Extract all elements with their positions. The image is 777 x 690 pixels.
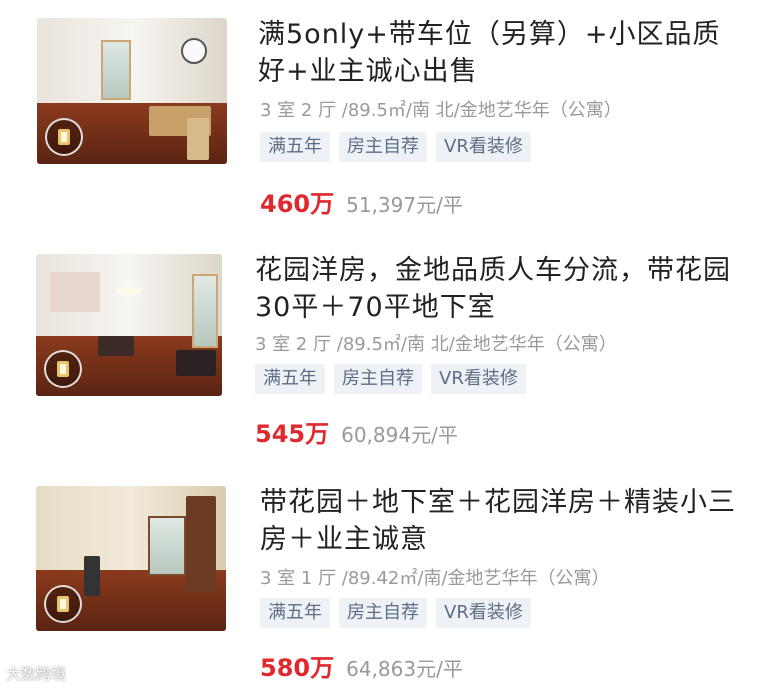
listing-title[interactable]: 花园洋房，金地品质人车分流，带花园30平＋70平地下室 <box>255 252 735 326</box>
total-price: 545万 <box>255 420 330 448</box>
unit-price: 60,894元/平 <box>341 423 458 447</box>
price-row: 545万 60,894元/平 <box>255 414 458 449</box>
watermark: 大数跨境 <box>6 665 67 683</box>
tag-vr-decoration: VR看装修 <box>431 364 526 394</box>
listing-tags: 满五年 房主自荐 VR看装修 <box>260 132 531 162</box>
unit-price: 64,863元/平 <box>346 657 463 681</box>
tag-full-five-years: 满五年 <box>255 364 325 394</box>
vr-360-icon <box>45 118 83 156</box>
total-price: 580万 <box>260 654 335 682</box>
tag-full-five-years: 满五年 <box>260 598 330 628</box>
listing-meta: 3 室 1 厅 /89.42㎡/南/金地艺华年（公寓） <box>260 568 610 589</box>
listing-photo[interactable] <box>37 18 227 164</box>
tag-owner-recommended: 房主自荐 <box>339 132 427 162</box>
vr-360-icon <box>44 585 82 623</box>
tag-vr-decoration: VR看装修 <box>436 598 531 628</box>
listing-meta: 3 室 2 厅 /89.5㎡/南 北/金地艺华年（公寓） <box>260 100 622 121</box>
listing-photo[interactable] <box>36 486 226 631</box>
tag-owner-recommended: 房主自荐 <box>339 598 427 628</box>
listing-tags: 满五年 房主自荐 VR看装修 <box>255 364 526 394</box>
price-row: 580万 64,863元/平 <box>260 648 463 683</box>
listing-photo[interactable] <box>36 254 222 396</box>
unit-price: 51,397元/平 <box>346 193 463 217</box>
listing-title[interactable]: 带花园＋地下室＋花园洋房＋精装小三房＋业主诚意 <box>260 484 740 558</box>
listing-meta: 3 室 2 厅 /89.5㎡/南 北/金地艺华年（公寓） <box>255 334 617 355</box>
tag-owner-recommended: 房主自荐 <box>334 364 422 394</box>
tag-full-five-years: 满五年 <box>260 132 330 162</box>
listing-tags: 满五年 房主自荐 VR看装修 <box>260 598 531 628</box>
tag-vr-decoration: VR看装修 <box>436 132 531 162</box>
price-row: 460万 51,397元/平 <box>260 184 463 219</box>
vr-360-icon <box>44 350 82 388</box>
total-price: 460万 <box>260 190 335 218</box>
listing-title[interactable]: 满5only+带车位（另算）+小区品质好+业主诚心出售 <box>258 16 738 90</box>
